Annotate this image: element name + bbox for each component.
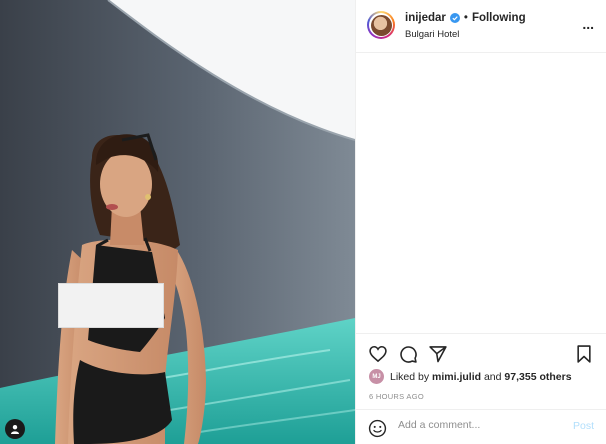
liker-avatar[interactable]: MJ bbox=[369, 369, 384, 384]
likes-summary: MJ Liked by mimi.julid and 97,355 others bbox=[369, 369, 572, 384]
separator-dot: • bbox=[463, 12, 468, 24]
comment-input[interactable] bbox=[398, 419, 548, 431]
bookmark-icon[interactable] bbox=[574, 344, 594, 364]
post-header: inijedar • Following Bulgari Hotel ... bbox=[356, 0, 606, 53]
heart-icon[interactable] bbox=[368, 344, 388, 364]
location-link[interactable]: Bulgari Hotel bbox=[405, 29, 459, 40]
avatar-image bbox=[370, 14, 392, 36]
post-image bbox=[0, 0, 355, 444]
add-comment-bar: Post bbox=[356, 409, 606, 444]
tagged-people-button[interactable] bbox=[5, 419, 25, 439]
post-timestamp[interactable]: 6 HOURS AGO bbox=[369, 392, 424, 401]
avatar[interactable] bbox=[367, 11, 395, 39]
others-likes-link[interactable]: 97,355 others bbox=[504, 371, 571, 383]
share-icon[interactable] bbox=[428, 344, 448, 364]
emoji-icon[interactable] bbox=[368, 419, 387, 438]
username-row: inijedar • Following bbox=[405, 12, 526, 24]
liker-username-link[interactable]: mimi.julid bbox=[432, 371, 481, 383]
comments-area bbox=[356, 53, 606, 333]
comment-icon[interactable] bbox=[398, 344, 418, 364]
verified-badge-icon bbox=[449, 13, 460, 23]
person-icon bbox=[11, 425, 19, 434]
post-photo[interactable] bbox=[0, 0, 355, 444]
post-side-panel: inijedar • Following Bulgari Hotel ... M… bbox=[355, 0, 606, 444]
censor-block bbox=[58, 283, 164, 328]
following-button[interactable]: Following bbox=[472, 12, 526, 24]
username-link[interactable]: inijedar bbox=[405, 12, 446, 24]
post-comment-button[interactable]: Post bbox=[573, 420, 594, 432]
more-options-button[interactable]: ... bbox=[582, 16, 594, 32]
